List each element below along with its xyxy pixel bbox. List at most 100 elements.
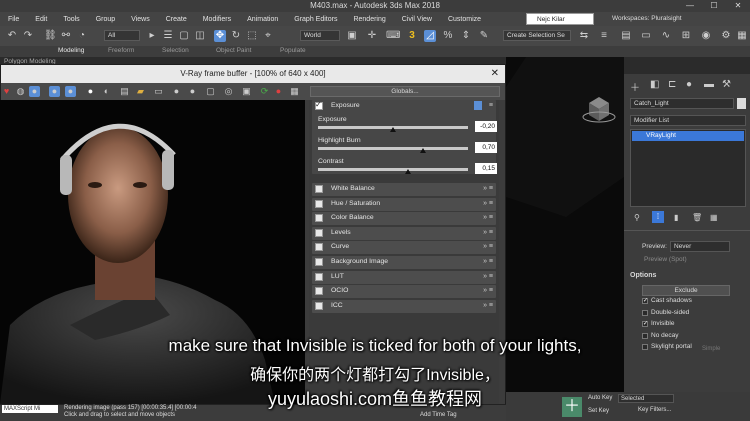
add-time-tag[interactable]: Add Time Tag	[420, 412, 457, 418]
menu-item[interactable]: Tools	[55, 16, 87, 23]
menu-item[interactable]: File	[0, 16, 27, 23]
create-tab-icon[interactable]: ＋	[630, 79, 640, 94]
layer-checkbox[interactable]	[315, 243, 323, 252]
rgb-icon[interactable]: ◍	[15, 86, 26, 97]
layer-menu-icon[interactable]: » ≡	[483, 302, 493, 309]
option-checkbox[interactable]: ✓	[642, 298, 648, 304]
stop-render-icon[interactable]: ●	[273, 86, 284, 97]
pin-stack-icon[interactable]: ⚲	[634, 213, 640, 222]
layer-menu-icon[interactable]: » ≡	[483, 200, 493, 207]
slider-handle[interactable]	[420, 148, 426, 153]
render-setup-icon[interactable]: ⚙	[720, 30, 732, 42]
workspace-selector[interactable]: Workspaces: Pluralsight	[598, 13, 748, 25]
stack-item-vraylight[interactable]: VRayLight	[632, 131, 744, 141]
correction-layer[interactable]: LUT » ≡	[312, 270, 496, 284]
correction-layer[interactable]: White Balance » ≡	[312, 183, 496, 196]
correction-layer[interactable]: Hue / Saturation » ≡	[312, 197, 496, 211]
blue-channel-icon[interactable]: ●	[65, 86, 76, 97]
select-object-icon[interactable]: ▸	[146, 30, 158, 42]
slider-track[interactable]	[318, 147, 468, 150]
layer-checkbox[interactable]	[315, 258, 323, 266]
schematic-view-icon[interactable]: ⊞	[680, 30, 692, 42]
green-channel-icon[interactable]: ●	[49, 86, 60, 97]
layer-checkbox[interactable]	[315, 214, 323, 223]
options-rollout-title[interactable]: Options	[630, 272, 656, 279]
options-icon[interactable]: ▦	[289, 86, 300, 97]
motion-tab-icon[interactable]: ●	[686, 79, 692, 90]
menu-item[interactable]: Views	[123, 16, 158, 23]
region-render-icon[interactable]: ▢	[205, 86, 216, 97]
object-name-field[interactable]: Catch_Light	[630, 98, 734, 109]
mirror-icon[interactable]: ⇆	[578, 30, 590, 42]
ribbon-tab[interactable]: Object Paint	[216, 47, 251, 54]
correction-layer[interactable]: Levels » ≡	[312, 226, 496, 240]
layer-menu-icon[interactable]: » ≡	[483, 258, 493, 265]
pivot-center-icon[interactable]: ▣	[346, 30, 358, 42]
named-selection-dropdown[interactable]: Create Selection Se	[503, 30, 571, 41]
percent-snap-icon[interactable]: %	[442, 30, 454, 42]
scale-icon[interactable]: ⬚	[246, 30, 258, 42]
user-account[interactable]: Nejc Kilar	[526, 13, 594, 25]
slider-track[interactable]	[318, 168, 468, 171]
minimize-button[interactable]: —	[678, 0, 702, 12]
menu-item[interactable]: Create	[158, 16, 195, 23]
preview-dropdown[interactable]: Never	[670, 241, 730, 252]
close-button[interactable]: ✕	[726, 0, 750, 12]
snaps-toggle-icon[interactable]: 3	[406, 30, 418, 42]
keyboard-shortcut-icon[interactable]: ⌨	[386, 30, 400, 42]
history-icon[interactable]: ▣	[241, 86, 252, 97]
place-icon[interactable]: ⌖	[262, 30, 274, 42]
layer-checkbox[interactable]	[315, 185, 323, 193]
exclude-button[interactable]: Exclude	[642, 285, 730, 296]
ribbon-icon[interactable]: ▭	[640, 30, 652, 42]
layer-checkbox[interactable]	[315, 272, 323, 281]
layer-checkbox[interactable]	[315, 228, 323, 237]
remove-modifier-icon[interactable]: 🗑	[692, 213, 702, 222]
menu-item[interactable]: Animation	[239, 16, 286, 23]
select-manipulate-icon[interactable]: ✛	[366, 30, 378, 42]
make-unique-icon[interactable]: ▮	[674, 213, 678, 222]
slider-handle[interactable]	[405, 169, 411, 174]
preview-spot-checkbox[interactable]: Preview (Spot)	[644, 256, 687, 263]
load-image-icon[interactable]: ▰	[135, 86, 146, 97]
layer-menu-icon[interactable]: » ≡	[483, 214, 493, 221]
selection-filter-dropdown[interactable]: All	[104, 30, 140, 41]
window-crossing-icon[interactable]: ◫	[194, 30, 206, 42]
menu-item[interactable]: Modifiers	[195, 16, 239, 23]
spinner-snap-icon[interactable]: ⇕	[460, 30, 472, 42]
align-icon[interactable]: ≡	[598, 30, 610, 42]
track-mouse-icon[interactable]: ●	[187, 86, 198, 97]
undo-icon[interactable]: ↶	[6, 30, 18, 42]
globals-button[interactable]: Globals...	[310, 86, 500, 97]
slider-value-field[interactable]: 0,15	[475, 163, 497, 174]
ribbon-tab[interactable]: Selection	[162, 47, 189, 54]
slider-value-field[interactable]: -0,20	[475, 121, 497, 132]
layer-menu-icon[interactable]: » ≡	[483, 287, 493, 294]
layer-checkbox[interactable]	[315, 301, 323, 310]
rotate-icon[interactable]: ↻	[230, 30, 242, 42]
modify-tab-icon[interactable]: ◧	[650, 79, 659, 90]
correction-layer[interactable]: OCIO » ≡	[312, 285, 496, 299]
select-by-name-icon[interactable]: ☰	[162, 30, 174, 42]
material-editor-icon[interactable]: ◉	[700, 30, 712, 42]
select-move-icon[interactable]: ✥	[214, 30, 226, 42]
correction-layer[interactable]: Color Balance » ≡	[312, 212, 496, 226]
slider-value-field[interactable]: 0,70	[475, 142, 497, 153]
edit-named-selection-icon[interactable]: ✎	[478, 30, 490, 42]
slider-handle[interactable]	[390, 127, 396, 132]
layer-menu-icon[interactable]: » ≡	[483, 185, 493, 192]
ribbon-tab[interactable]: Modeling	[58, 47, 84, 54]
layer-explorer-icon[interactable]: ▤	[620, 30, 632, 42]
link-icon[interactable]: ⛓	[44, 30, 57, 42]
hierarchy-tab-icon[interactable]: ⊏	[668, 79, 676, 90]
menu-item[interactable]: Edit	[27, 16, 55, 23]
channel-icon[interactable]: ♥	[1, 86, 12, 97]
option-checkbox[interactable]: ✓	[642, 321, 648, 328]
mono-icon[interactable]: ◐	[101, 86, 112, 97]
bind-spacewarp-icon[interactable]: ◔	[76, 30, 88, 42]
object-color-swatch[interactable]	[737, 98, 746, 109]
curve-editor-icon[interactable]: ∿	[660, 30, 672, 42]
correction-layer[interactable]: Background Image » ≡	[312, 256, 496, 269]
ribbon-tab[interactable]: Freeform	[108, 47, 134, 54]
menu-item[interactable]: Group	[88, 16, 123, 23]
